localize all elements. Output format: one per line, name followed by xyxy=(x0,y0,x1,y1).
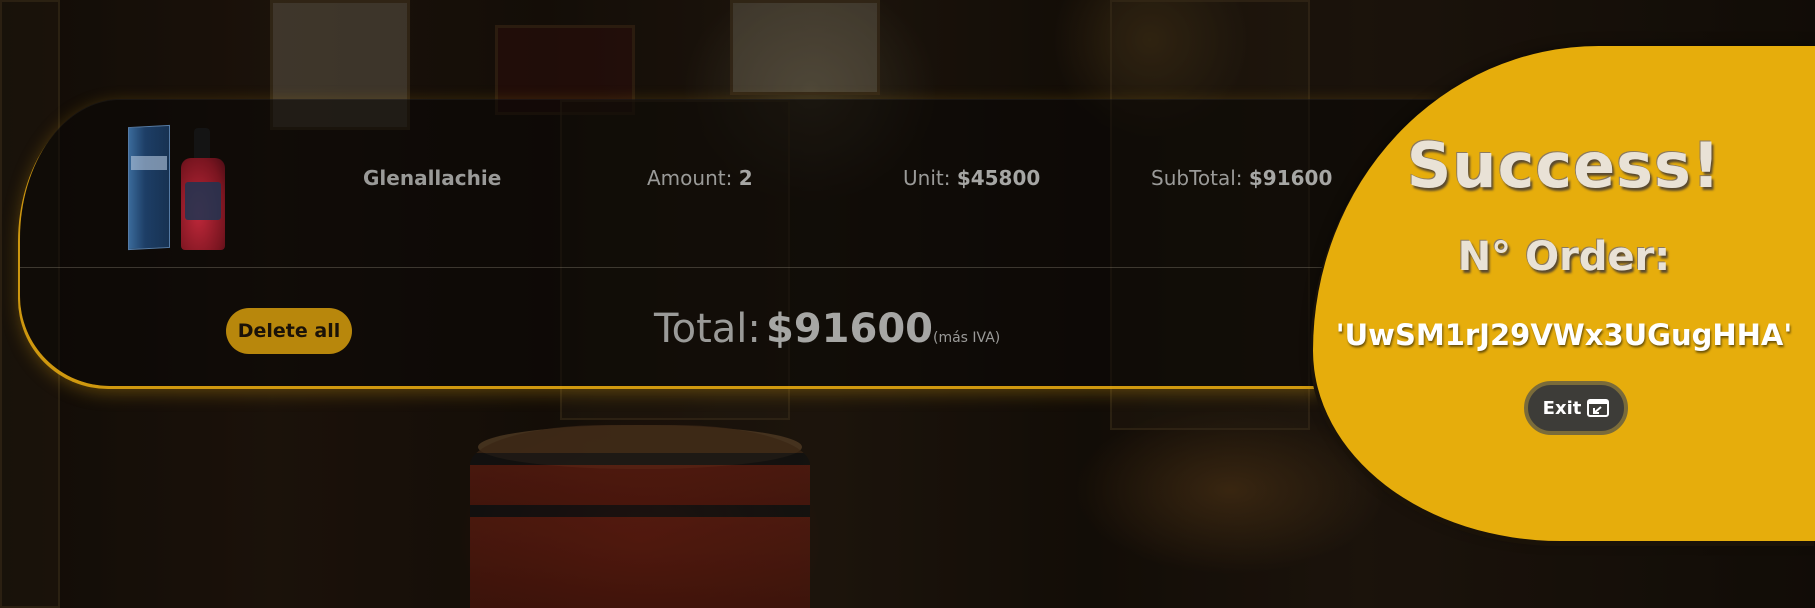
delete-all-button[interactable]: Delete all xyxy=(226,308,352,354)
order-label: N° Order: xyxy=(1457,234,1671,280)
product-amount: Amount: 2 xyxy=(647,166,753,190)
unit-value: $45800 xyxy=(956,166,1041,190)
product-box xyxy=(128,124,170,251)
cart-total: Total: $91600(más IVA) xyxy=(654,306,1000,352)
total-value: $91600 xyxy=(766,306,933,352)
tax-note: (más IVA) xyxy=(933,330,1001,346)
exit-button[interactable]: Exit xyxy=(1524,381,1628,435)
product-name: Glenallachie xyxy=(363,166,502,190)
total-label: Total: xyxy=(654,306,761,352)
amount-value: 2 xyxy=(738,166,753,190)
product-subtotal: SubTotal: $91600 xyxy=(1151,166,1332,190)
exit-label: Exit xyxy=(1542,397,1582,419)
whisky-bottle-image xyxy=(105,124,235,252)
modal-title: Success! xyxy=(1406,129,1722,202)
subtotal-label: SubTotal: xyxy=(1151,166,1243,190)
unit-label: Unit: xyxy=(903,166,951,190)
product-unit-price: Unit: $45800 xyxy=(903,166,1040,190)
order-code: 'UwSM1rJ29VWx3UGugHHA' xyxy=(1335,318,1793,352)
exit-window-icon xyxy=(1587,399,1610,417)
amount-label: Amount: xyxy=(647,166,733,190)
